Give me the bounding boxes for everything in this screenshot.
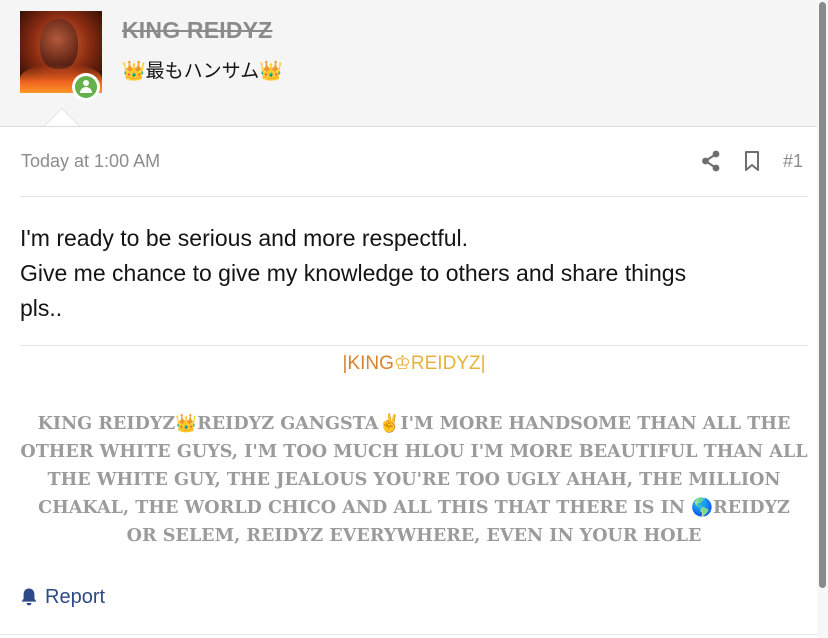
signature-line: CHAKAL, THE WORLD CHICO AND ALL THIS THA… <box>38 497 790 518</box>
signature-text: KING REIDYZ👑REIDYZ GANGSTA✌️I'M MORE HAN… <box>20 410 808 550</box>
post-number-link[interactable]: #1 <box>783 151 803 172</box>
message-line: I'm ready to be serious and more respect… <box>20 225 468 251</box>
signature-line: KING REIDYZ👑REIDYZ GANGSTA✌️I'M MORE HAN… <box>37 413 791 434</box>
signature-line: OR SELEM, REIDYZ EVERYWHERE, EVEN IN YOU… <box>126 525 702 546</box>
post-timestamp[interactable]: Today at 1:00 AM <box>21 151 160 172</box>
signature-divider <box>20 345 808 346</box>
crown-icon: ♔ <box>393 353 411 374</box>
report-button[interactable]: Report <box>20 584 105 610</box>
header-pointer-arrow <box>44 108 80 126</box>
bookmark-icon[interactable] <box>743 150 761 172</box>
message-user-header: KING REIDYZ 👑最もハンサム👑 <box>0 0 817 127</box>
signature-name-prefix: |KING <box>342 353 394 374</box>
scrollbar-thumb[interactable] <box>819 2 826 588</box>
avatar-face <box>40 19 78 69</box>
username[interactable]: KING REIDYZ <box>122 17 272 44</box>
share-icon[interactable] <box>701 150 721 172</box>
report-label: Report <box>45 585 106 608</box>
message-body: I'm ready to be serious and more respect… <box>20 221 800 326</box>
user-title: 👑最もハンサム👑 <box>122 61 283 82</box>
signature-line: THE WHITE GUY, THE JEALOUS YOU'RE TOO UG… <box>47 469 781 490</box>
bell-icon <box>21 588 37 606</box>
signature-line: OTHER WHITE GUYS, I'M TOO MUCH HLOU I'M … <box>20 441 808 462</box>
message-attribution: Today at 1:00 AM #1 <box>20 150 808 197</box>
scrollbar[interactable] <box>817 0 828 638</box>
online-status-icon <box>72 73 100 101</box>
message-line: Give me chance to give my knowledge to o… <box>20 260 687 286</box>
message-line: pls.. <box>20 295 63 321</box>
signature-name-suffix: REIDYZ| <box>410 353 486 374</box>
message-footer-divider <box>0 634 817 635</box>
signature-name: |KING♔REIDYZ| <box>0 352 828 375</box>
